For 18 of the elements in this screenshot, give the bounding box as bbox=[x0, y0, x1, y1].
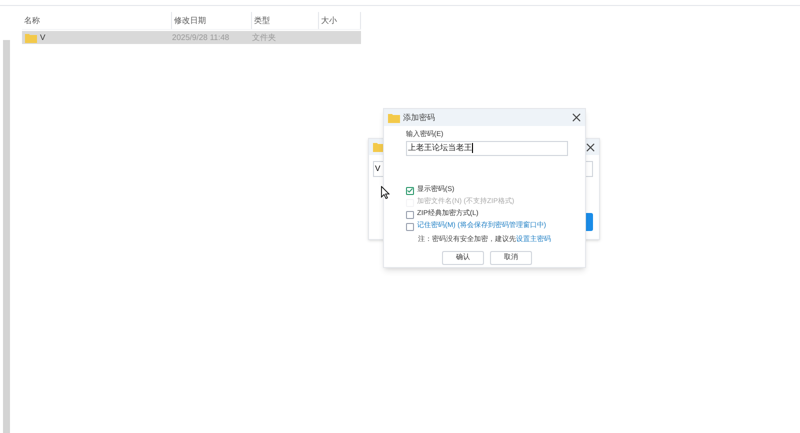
column-header[interactable]: 修改日期 bbox=[172, 12, 252, 29]
checkbox[interactable] bbox=[406, 210, 414, 218]
folder-icon bbox=[25, 32, 37, 42]
password-field[interactable]: 上老王论坛当老王 bbox=[406, 140, 568, 156]
dialog-title: 添加密码 bbox=[403, 112, 436, 124]
checkbox[interactable] bbox=[406, 222, 414, 230]
file-date: 2025/9/28 11:48 bbox=[172, 32, 230, 44]
checkbox[interactable] bbox=[406, 186, 414, 194]
close-icon[interactable] bbox=[572, 113, 581, 122]
column-header[interactable]: 大小 bbox=[319, 12, 361, 29]
file-type: 文件夹 bbox=[252, 32, 277, 44]
folder-icon bbox=[388, 112, 400, 122]
column-header[interactable]: 类型 bbox=[252, 12, 319, 29]
column-header[interactable]: 名称 bbox=[22, 12, 172, 29]
check-icon bbox=[407, 188, 413, 193]
close-icon[interactable] bbox=[586, 142, 595, 152]
file-row[interactable]: V 2025/9/28 11:48 文件夹 bbox=[22, 31, 361, 44]
file-name: V bbox=[40, 32, 46, 44]
